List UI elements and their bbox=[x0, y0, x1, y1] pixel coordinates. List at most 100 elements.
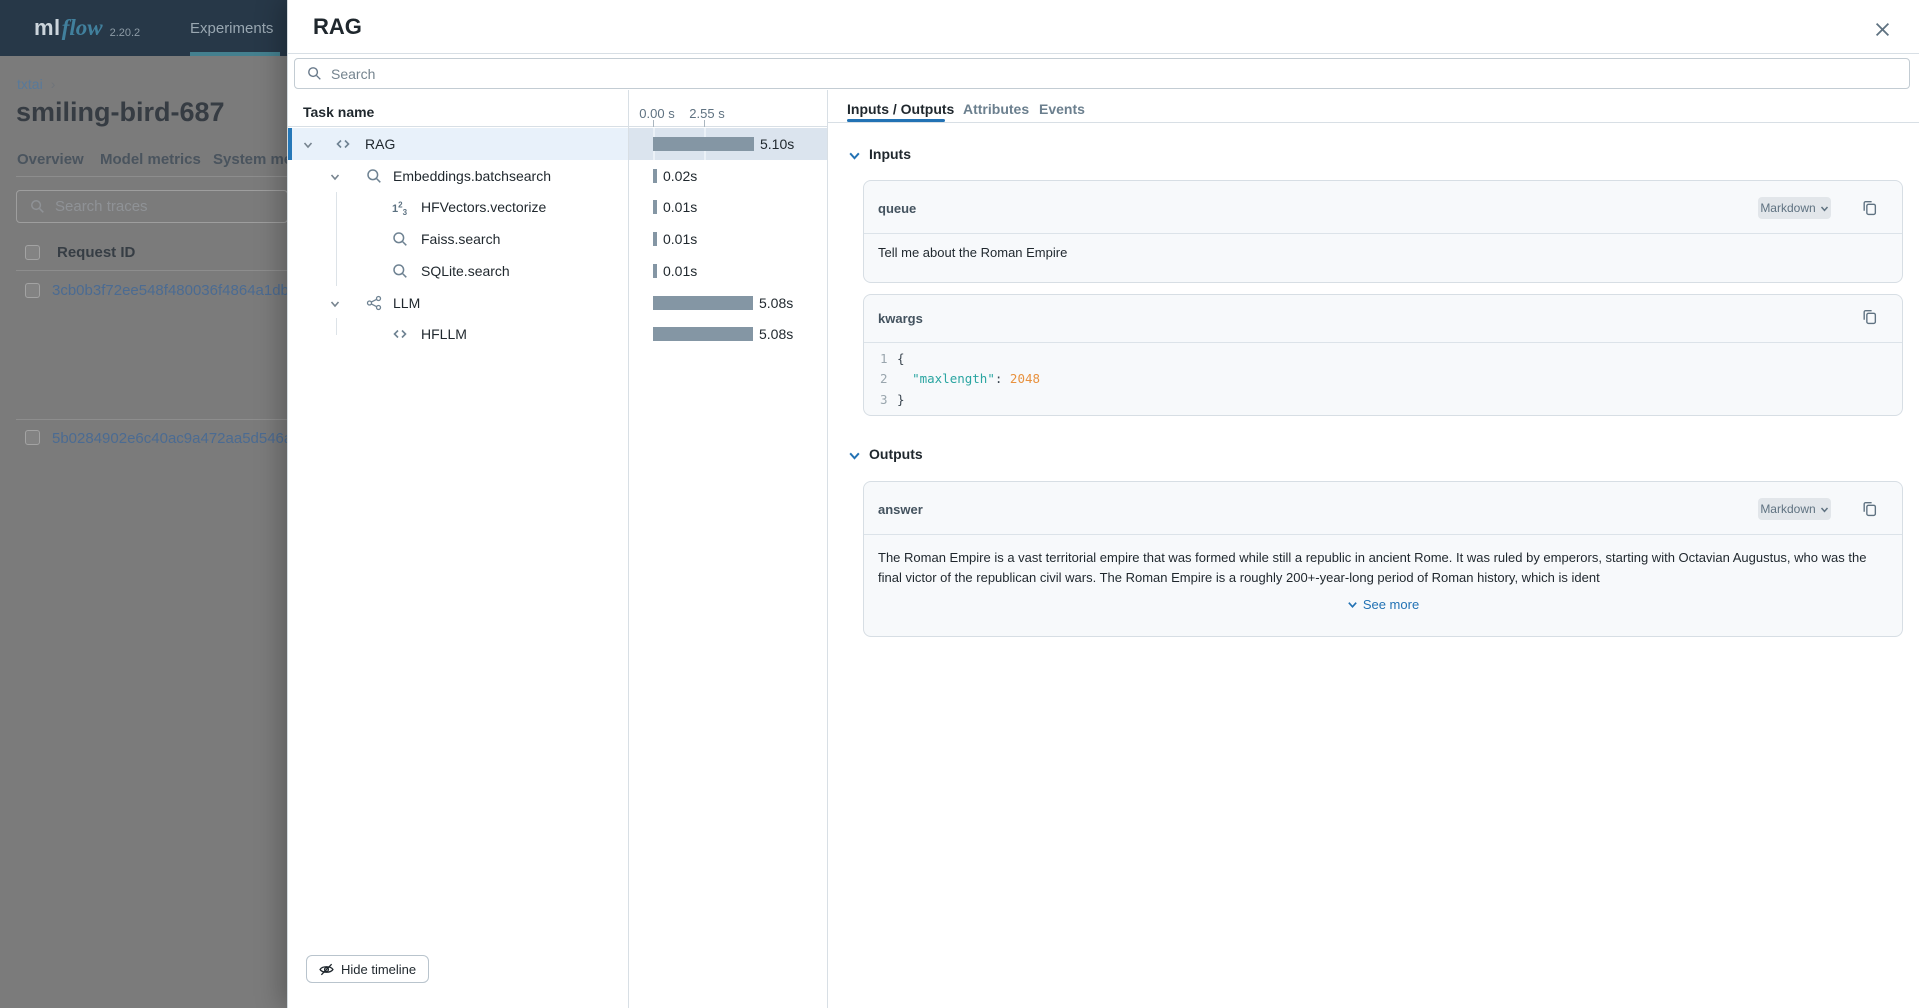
task-row-sqlite-search[interactable]: SQLite.search bbox=[288, 255, 628, 287]
timeline-row[interactable]: 0.01s bbox=[629, 191, 827, 223]
code-token: "maxlength" bbox=[912, 371, 995, 386]
search-traces-input[interactable] bbox=[55, 198, 255, 215]
outputs-collapse-chevron-icon[interactable] bbox=[848, 449, 861, 462]
timeline-row[interactable]: 0.01s bbox=[629, 255, 827, 287]
close-button[interactable] bbox=[1871, 18, 1893, 40]
search-icon bbox=[307, 66, 322, 81]
inputs-collapse-chevron-icon[interactable] bbox=[848, 149, 861, 162]
expand-chevron-icon[interactable] bbox=[302, 138, 314, 150]
code-token: 2048 bbox=[1010, 371, 1040, 386]
task-name: LLM bbox=[393, 295, 420, 311]
timeline-row[interactable]: 5.08s bbox=[629, 287, 827, 319]
timeline-row[interactable]: 5.08s bbox=[629, 318, 827, 350]
queue-label: queue bbox=[878, 201, 916, 216]
search-icon bbox=[30, 199, 45, 214]
inputs-section-header: Inputs bbox=[869, 146, 911, 162]
expand-chevron-icon[interactable] bbox=[329, 297, 341, 309]
network-icon bbox=[366, 295, 382, 311]
copy-icon[interactable] bbox=[1861, 199, 1878, 216]
request-id-header: Request ID bbox=[57, 244, 135, 261]
axis-end-label: 2.55 s bbox=[685, 106, 729, 121]
kwargs-label: kwargs bbox=[878, 311, 923, 326]
chevron-down-icon bbox=[1820, 204, 1829, 213]
code-token: } bbox=[897, 392, 905, 407]
task-name: Embeddings.batchsearch bbox=[393, 168, 551, 184]
row-checkbox[interactable] bbox=[25, 430, 40, 445]
code-line: 1{ bbox=[880, 349, 1902, 369]
line-number: 1 bbox=[880, 349, 897, 369]
search-icon bbox=[392, 263, 408, 279]
axis-start-label: 0.00 s bbox=[635, 106, 679, 121]
kwargs-card: kwargs 1{2 "maxlength": 20483} bbox=[863, 294, 1903, 416]
task-row-llm[interactable]: LLM bbox=[288, 287, 628, 319]
format-select[interactable]: Markdown bbox=[1758, 498, 1831, 520]
modal-title: RAG bbox=[313, 14, 362, 40]
timeline-row[interactable]: 5.10s bbox=[629, 128, 827, 160]
version-label: 2.20.2 bbox=[110, 27, 141, 39]
task-row-hfllm[interactable]: HFLLM bbox=[288, 318, 628, 350]
tab-events[interactable]: Events bbox=[1039, 101, 1085, 117]
duration-label: 0.01s bbox=[663, 199, 697, 215]
chevron-down-icon bbox=[1347, 599, 1358, 610]
tab-attributes[interactable]: Attributes bbox=[963, 101, 1029, 117]
tree-guide-line bbox=[336, 192, 337, 286]
chevron-down-icon bbox=[1820, 505, 1829, 514]
answer-content: The Roman Empire is a vast territorial e… bbox=[878, 548, 1888, 588]
request-id-link[interactable]: 5b0284902e6c40ac9a472aa5d546afe bbox=[52, 430, 305, 447]
select-all-checkbox[interactable] bbox=[25, 245, 40, 260]
numbers-icon: 123 bbox=[392, 199, 408, 215]
logo-ml: ml bbox=[34, 15, 61, 41]
modal-search-input[interactable] bbox=[331, 66, 1909, 82]
format-select[interactable]: Markdown bbox=[1758, 197, 1831, 219]
code-token: { bbox=[897, 351, 905, 366]
copy-icon[interactable] bbox=[1861, 308, 1878, 325]
timeline-row[interactable]: 0.01s bbox=[629, 223, 827, 255]
modal-search-box[interactable] bbox=[294, 58, 1910, 89]
breadcrumb-link[interactable]: txtai bbox=[17, 76, 43, 92]
line-number: 3 bbox=[880, 390, 897, 410]
row-checkbox[interactable] bbox=[25, 283, 40, 298]
request-id-link[interactable]: 3cb0b3f72ee548f480036f4864a1db99 bbox=[52, 282, 306, 299]
format-select-value: Markdown bbox=[1760, 502, 1815, 516]
breadcrumb-chevron-icon: › bbox=[51, 76, 56, 92]
see-more-button[interactable]: See more bbox=[864, 597, 1902, 612]
copy-icon[interactable] bbox=[1861, 500, 1878, 517]
tab-model-metrics[interactable]: Model metrics bbox=[100, 151, 201, 168]
logo-flow: flow bbox=[62, 15, 103, 41]
task-row-hfvectors-vectorize[interactable]: 123HFVectors.vectorize bbox=[288, 191, 628, 223]
task-name-header: Task name bbox=[303, 104, 374, 120]
timeline-row[interactable]: 0.02s bbox=[629, 160, 827, 192]
tab-inputs-outputs[interactable]: Inputs / Outputs bbox=[847, 101, 954, 117]
breadcrumb: txtai › bbox=[17, 76, 55, 92]
task-name: Faiss.search bbox=[421, 231, 500, 247]
code-line: 2 "maxlength": 2048 bbox=[880, 369, 1902, 389]
task-name: HFLLM bbox=[421, 326, 467, 342]
queue-content: Tell me about the Roman Empire bbox=[878, 243, 1888, 263]
duration-label: 5.08s bbox=[759, 295, 793, 311]
task-row-faiss-search[interactable]: Faiss.search bbox=[288, 223, 628, 255]
card-header-divider bbox=[864, 534, 1902, 535]
duration-label: 5.10s bbox=[760, 136, 794, 152]
nav-experiments[interactable]: Experiments bbox=[190, 0, 273, 56]
duration-label: 0.01s bbox=[663, 231, 697, 247]
hide-timeline-button[interactable]: Hide timeline bbox=[306, 955, 429, 983]
mlflow-logo[interactable]: mlflow 2.20.2 bbox=[34, 0, 140, 56]
expand-chevron-icon[interactable] bbox=[329, 170, 341, 182]
task-row-rag[interactable]: RAG bbox=[288, 128, 628, 160]
detail-pane-divider bbox=[827, 90, 828, 1008]
answer-card: answer Markdown The Roman Empire is a va… bbox=[863, 481, 1903, 637]
code-icon bbox=[392, 326, 408, 342]
format-select-value: Markdown bbox=[1760, 201, 1815, 215]
run-title: smiling-bird-687 bbox=[16, 97, 225, 128]
duration-bar bbox=[653, 169, 657, 183]
outputs-section-header: Outputs bbox=[869, 446, 923, 462]
search-icon bbox=[366, 168, 382, 184]
trace-modal: RAG Task name 0.00 s 2.55 s RAG 5.10s Embe… bbox=[287, 0, 1919, 1008]
search-traces-box[interactable] bbox=[16, 190, 288, 223]
kwargs-code-block: 1{2 "maxlength": 20483} bbox=[864, 342, 1902, 410]
duration-label: 0.01s bbox=[663, 263, 697, 279]
code-icon bbox=[335, 136, 351, 152]
eye-off-icon bbox=[319, 962, 334, 977]
tab-overview[interactable]: Overview bbox=[17, 151, 84, 168]
task-row-embeddings-batchsearch[interactable]: Embeddings.batchsearch bbox=[288, 160, 628, 192]
